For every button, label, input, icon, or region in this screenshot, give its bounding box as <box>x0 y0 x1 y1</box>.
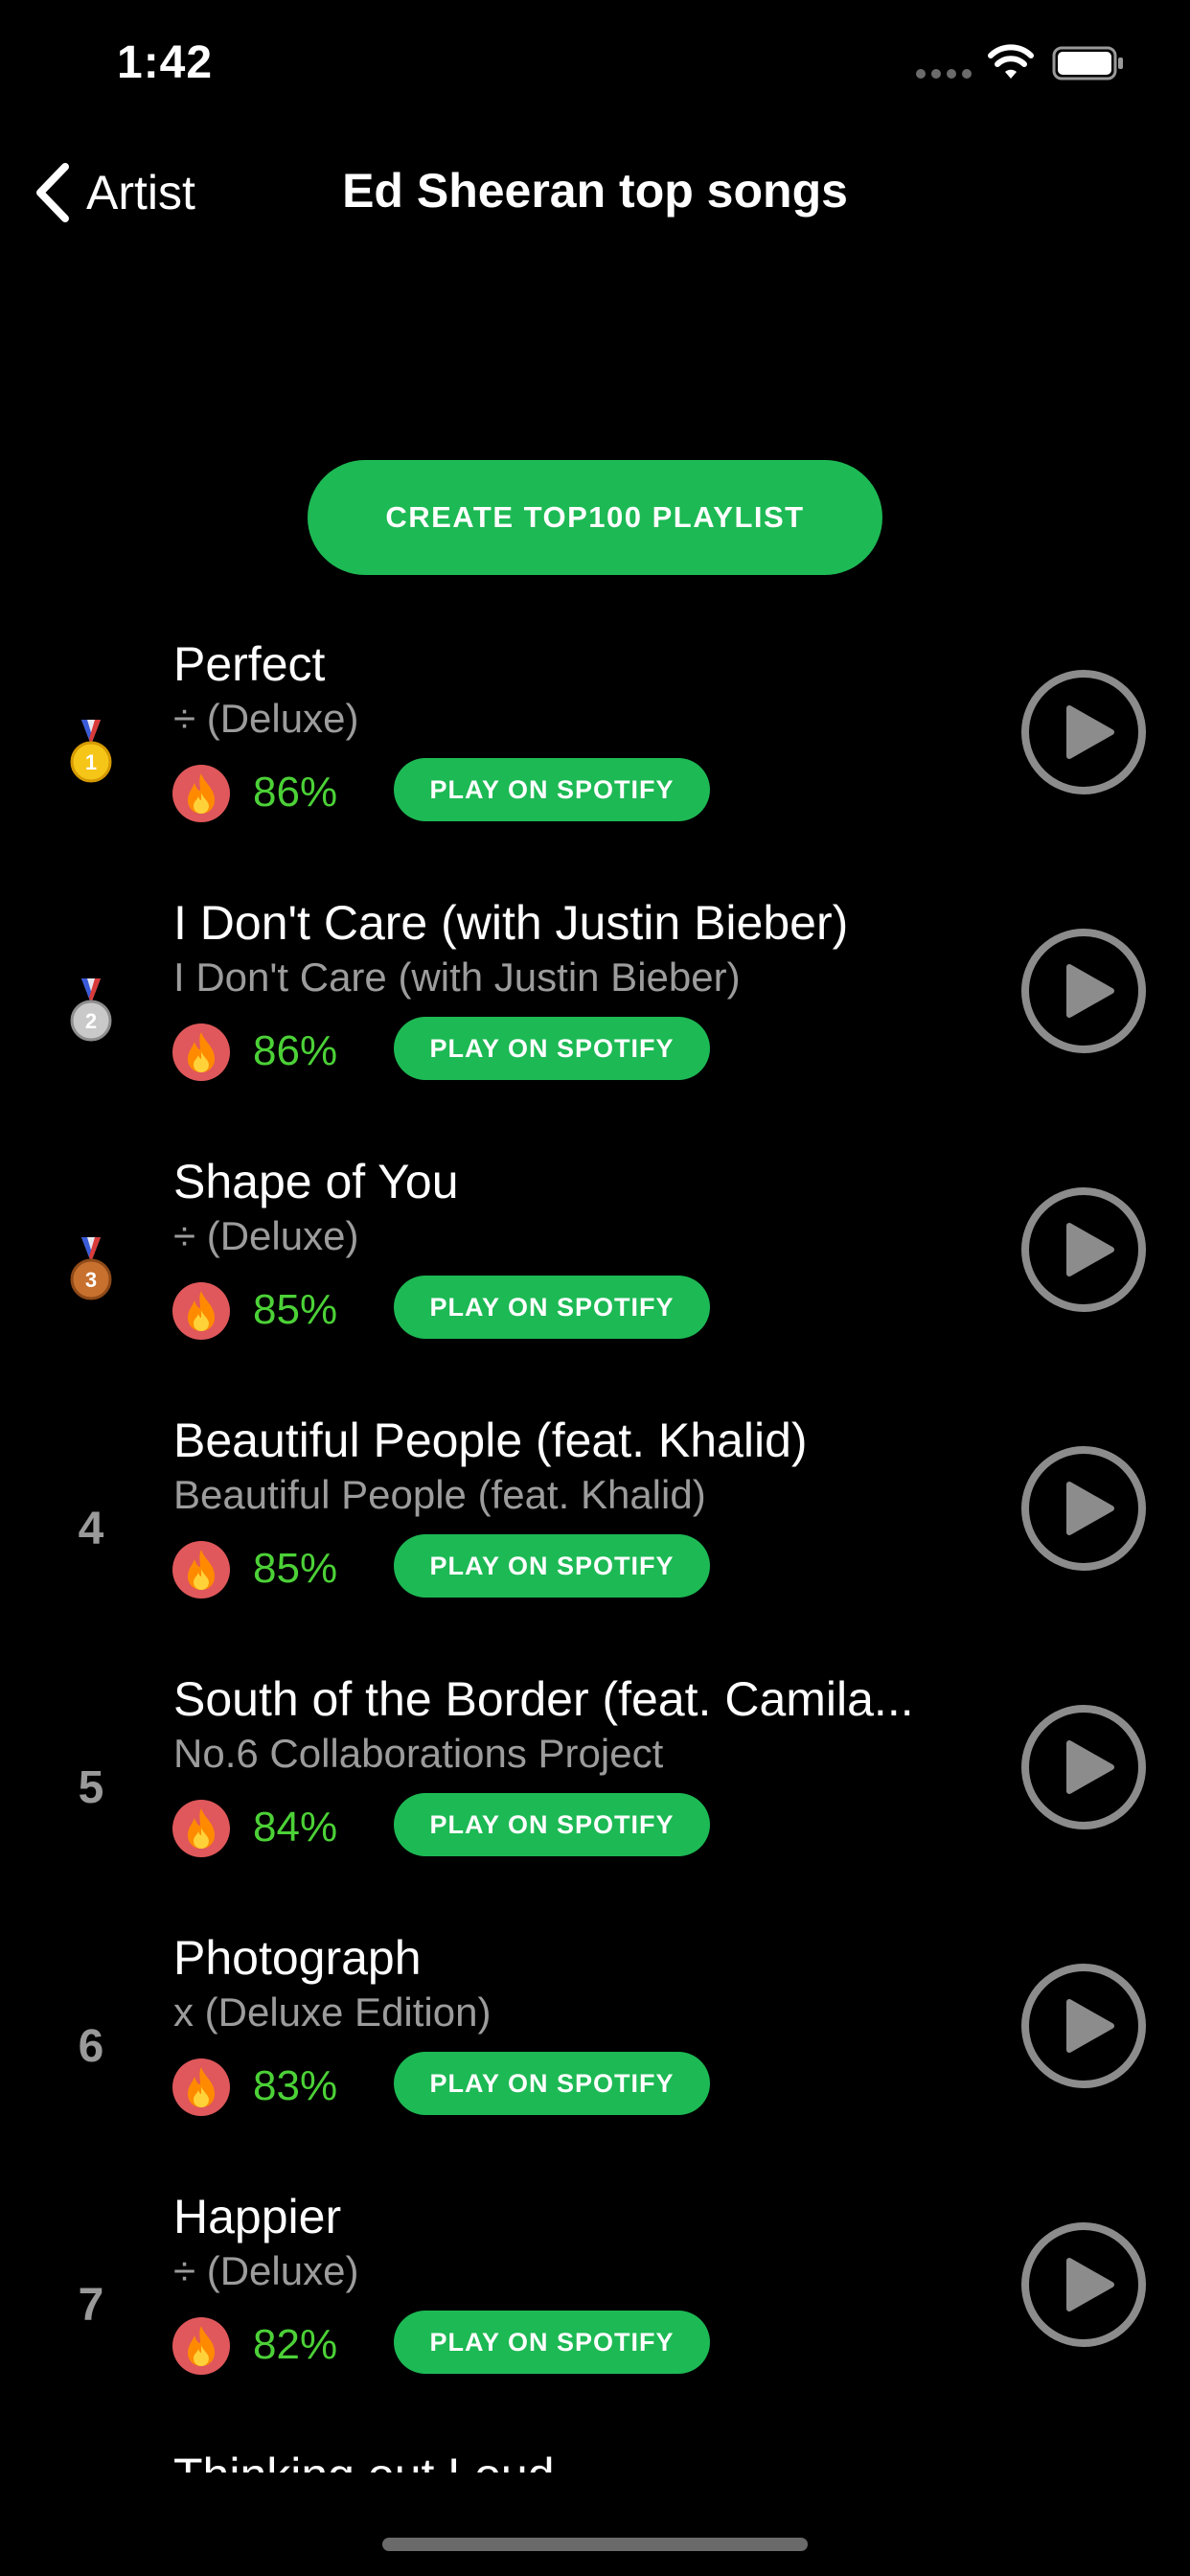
chevron-left-icon <box>36 163 69 222</box>
play-on-spotify-button[interactable]: PLAY ON SPOTIFY <box>394 1017 710 1080</box>
play-on-spotify-button[interactable]: PLAY ON SPOTIFY <box>394 1534 710 1598</box>
song-title: Photograph <box>173 1931 422 1985</box>
song-album: x (Deluxe Edition) <box>173 1990 492 2035</box>
rank-number: 4 <box>78 1503 104 1554</box>
fire-icon <box>172 1800 230 1857</box>
song-album: ÷ (Deluxe) <box>173 2248 359 2293</box>
song-title: Thinking out Loud <box>173 2448 969 2472</box>
back-button[interactable]: Artist <box>33 159 195 226</box>
play-on-spotify-button[interactable]: PLAY ON SPOTIFY <box>394 2052 710 2115</box>
fire-icon <box>172 2317 230 2375</box>
song-album: I Don't Care (with Justin Bieber) <box>173 954 741 1000</box>
status-bar: 1:42 <box>0 0 1190 125</box>
popularity-percent: 86% <box>253 769 338 816</box>
cellular-signal-icon <box>916 69 972 80</box>
play-button[interactable] <box>1019 927 1148 1055</box>
popularity-percent: 85% <box>253 1545 338 1592</box>
fire-icon <box>172 2058 230 2116</box>
bronze-medal-icon: 3 <box>70 1237 112 1300</box>
play-on-spotify-button[interactable]: PLAY ON SPOTIFY <box>394 1793 710 1856</box>
rank-slot: 3 <box>48 1140 134 1399</box>
play-button[interactable] <box>1019 1444 1148 1573</box>
song-title: Shape of You <box>173 1155 459 1208</box>
song-row[interactable]: 4 Beautiful People (feat. Khalid) Beautifu… <box>0 1399 1190 1658</box>
fire-icon <box>172 1541 230 1598</box>
rank-slot: 6 <box>48 1917 134 2175</box>
song-row[interactable]: 3 Shape of You ÷ (Deluxe) 85% PLAY ON SPOTIF… <box>0 1140 1190 1399</box>
play-button[interactable] <box>1019 1185 1148 1314</box>
play-on-spotify-button[interactable]: PLAY ON SPOTIFY <box>394 1276 710 1339</box>
medal-rank: 3 <box>85 1268 97 1292</box>
popularity-percent: 84% <box>253 1804 338 1851</box>
song-album: Beautiful People (feat. Khalid) <box>173 1472 706 1517</box>
play-button[interactable] <box>1019 668 1148 796</box>
song-title: Perfect <box>173 637 326 691</box>
popularity-percent: 86% <box>253 1027 338 1074</box>
play-on-spotify-button[interactable]: PLAY ON SPOTIFY <box>394 2311 710 2374</box>
song-row[interactable]: 6 Photograph x (Deluxe Edition) 83% PLAY ON … <box>0 1917 1190 2175</box>
popularity-percent: 83% <box>253 2062 338 2109</box>
fire-icon <box>172 1282 230 1340</box>
song-title: South of the Border (feat. Camila... <box>173 1672 914 1726</box>
rank-slot: 7 <box>48 2175 134 2434</box>
song-row[interactable]: 8 Thinking out Loud <box>0 2434 1190 2472</box>
song-list: 1 Perfect ÷ (Deluxe) 86% PLAY ON SPOTIFY 2 I D… <box>0 623 1190 2472</box>
rank-slot: 4 <box>48 1399 134 1658</box>
rank-number: 5 <box>78 1761 104 1813</box>
rank-slot: 8 <box>48 2434 134 2472</box>
play-button[interactable] <box>1019 2220 1148 2349</box>
rank-slot: 2 <box>48 882 134 1140</box>
back-label: Artist <box>86 166 195 219</box>
play-on-spotify-button[interactable]: PLAY ON SPOTIFY <box>394 758 710 821</box>
song-title: I Don't Care (with Justin Bieber) <box>173 896 849 950</box>
play-button[interactable] <box>1019 1962 1148 2090</box>
song-row[interactable]: 2 I Don't Care (with Justin Bieber) I Don'… <box>0 882 1190 1140</box>
song-title: Happier <box>173 2190 342 2243</box>
create-top100-playlist-button[interactable]: CREATE TOP100 PLAYLIST <box>308 460 882 575</box>
medal-rank: 2 <box>85 1009 97 1033</box>
status-time: 1:42 <box>117 37 214 88</box>
navigation-bar: Ed Sheeran top songs Artist <box>0 144 1190 240</box>
rank-slot: 1 <box>48 623 134 882</box>
battery-icon <box>1052 46 1123 80</box>
silver-medal-icon: 2 <box>70 978 112 1042</box>
song-row[interactable]: 5 South of the Border (feat. Camila... No.… <box>0 1658 1190 1917</box>
rank-slot: 5 <box>48 1658 134 1917</box>
song-album: ÷ (Deluxe) <box>173 696 359 741</box>
home-indicator <box>382 2538 808 2551</box>
fire-icon <box>172 765 230 822</box>
song-album: No.6 Collaborations Project <box>173 1731 664 1776</box>
gold-medal-icon: 1 <box>70 720 112 783</box>
play-button[interactable] <box>1019 1703 1148 1831</box>
song-album: ÷ (Deluxe) <box>173 1213 359 1258</box>
fire-icon <box>172 1024 230 1081</box>
song-row[interactable]: 7 Happier ÷ (Deluxe) 82% PLAY ON SPOTIFY <box>0 2175 1190 2434</box>
rank-number: 7 <box>78 2279 104 2331</box>
song-row[interactable]: 1 Perfect ÷ (Deluxe) 86% PLAY ON SPOTIFY <box>0 623 1190 882</box>
popularity-percent: 85% <box>253 1286 338 1333</box>
song-title: Beautiful People (feat. Khalid) <box>173 1414 808 1467</box>
rank-number: 6 <box>78 2020 104 2072</box>
popularity-percent: 82% <box>253 2321 338 2368</box>
medal-rank: 1 <box>85 750 97 774</box>
wifi-icon <box>988 44 1034 79</box>
